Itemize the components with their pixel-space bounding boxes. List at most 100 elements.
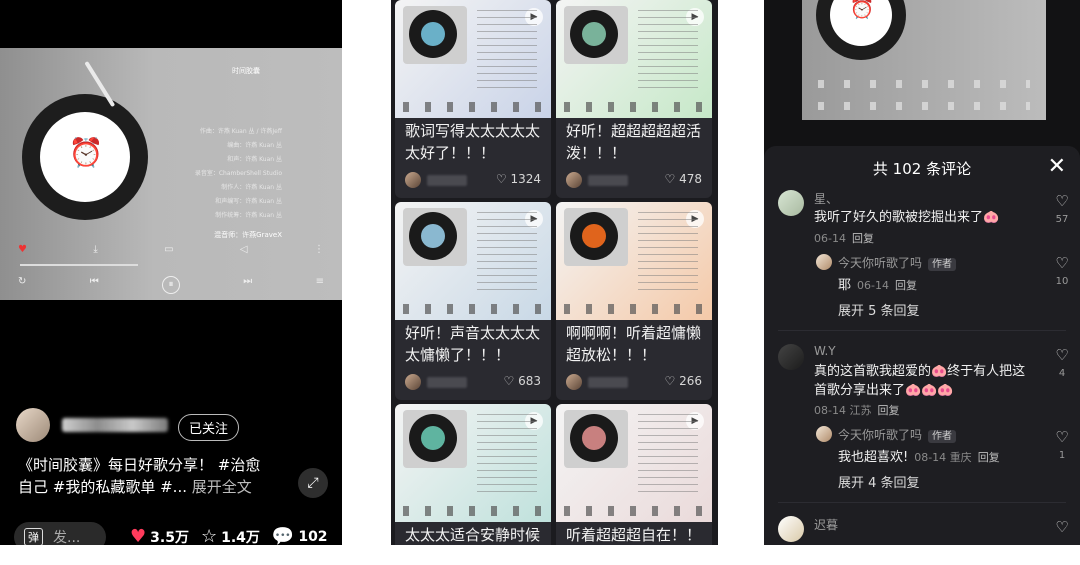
loop-icon[interactable]: ↻ [18,276,26,294]
comment-author[interactable]: 迟暮 [814,516,838,533]
avatar[interactable] [778,516,804,542]
reply-text: 耶 [838,278,852,293]
card-likes[interactable]: ♡ 266 [665,374,703,388]
comment-date: 06-14 [814,232,846,245]
feed-grid-panel: ▶歌词写得太太太太太太好了！！！♡ 1324▶好听！超超超超超活泼！！！♡ 47… [391,0,718,545]
card-likes[interactable]: ♡ 683 [504,374,542,388]
player-preview: ⏰ [802,0,1046,120]
like-count: 57 [1055,214,1069,225]
comment-location: 江苏 [849,404,872,417]
avatar[interactable] [778,344,804,370]
reply-date: 06-14 [857,279,889,292]
card-thumbnail[interactable]: ▶ [395,404,551,522]
avatar[interactable] [778,190,804,216]
follow-button[interactable]: 已关注 [178,414,240,441]
comment-icon[interactable]: 💬 [272,526,294,545]
record-icon [403,208,467,266]
playlist-icon[interactable]: ≡ [316,276,324,294]
comment-author[interactable]: 星、 [814,190,838,207]
comment-date: 08-14 [814,404,846,417]
alarm-clock-icon: ⏰ [68,136,104,169]
prev-icon[interactable]: ⏮ [90,276,99,294]
author-badge: 作者 [928,430,957,443]
feed-card[interactable]: ▶歌词写得太太太太太太好了！！！ ♡ 1324 [395,0,551,198]
like-count: 10 [1055,276,1069,287]
avatar[interactable] [816,426,832,442]
like-count: 3.5万 [150,529,189,546]
like-icon[interactable]: ♡ [1052,346,1072,364]
more-icon[interactable]: ⋮ [314,244,324,255]
reply-author[interactable]: 今天你听歌了吗 [838,256,922,270]
comment-input[interactable]: 发... [53,527,80,545]
feed-card[interactable]: ▶啊啊啊！听着超慵懒超放松！！！ ♡ 266 [556,202,712,400]
heart-outline-icon: ♡ [664,172,676,186]
pause-icon[interactable]: ⏸ [161,276,180,294]
avatar[interactable] [566,172,582,188]
reply-author[interactable]: 今天你听歌了吗 [838,428,922,442]
card-likes[interactable]: ♡ 1324 [496,172,541,186]
card-likes[interactable]: ♡ 478 [665,172,703,186]
feed-card[interactable]: ▶好听！超超超超超活泼！！！ ♡ 478 [556,0,712,198]
heart-icon[interactable]: ♥ [130,526,146,545]
card-thumbnail[interactable]: ▶ [395,202,551,320]
danmu-toggle[interactable]: 弹 [24,528,43,545]
like-icon[interactable]: ♡ [1052,254,1072,272]
record-icon [564,208,628,266]
like-count: 4 [1058,368,1066,379]
progress-bar[interactable] [20,264,138,266]
like-count: 1 [1058,450,1066,461]
alarm-clock-icon: ⏰ [849,0,875,20]
card-title: 啊啊啊！听着超慵懒超放松！！！ [566,324,702,364]
comment-count: 102 [298,528,328,545]
like-small-icon[interactable]: ♥ [18,244,27,255]
record-icon: ⏰ [22,94,148,220]
card-thumbnail[interactable]: ▶ [556,0,712,118]
comment-bar[interactable]: 弹 发... [14,522,106,545]
expand-caption-link[interactable]: 展开全文 [192,478,252,496]
card-title: 好听！声音太太太太太慵懒了！！！ [405,324,541,364]
next-icon[interactable]: ⏭ [243,276,252,294]
feed-card[interactable]: ▶ 听着超超超自在！！ [556,404,712,545]
username-blurred [62,418,168,432]
like-icon[interactable]: ♡ [1052,192,1072,210]
reply-location: 重庆 [949,451,972,464]
heart-outline-icon: ♡ [503,374,515,388]
card-thumbnail[interactable]: ▶ [556,202,712,320]
expand-replies-link[interactable]: 展开 5 条回复 [838,300,920,319]
download-icon[interactable]: ⤓ [93,244,97,255]
close-icon[interactable]: ✕ [1048,154,1066,179]
record-icon [564,410,628,468]
comments-header: 共 102 条评论 [872,160,972,178]
feed-card[interactable]: ▶好听！声音太太太太太慵懒了！！！ ♡ 683 [395,202,551,400]
star-icon[interactable]: ☆ [201,526,217,545]
volume-icon[interactable]: ◁ [240,244,248,255]
avatar[interactable] [405,172,421,188]
video-icon[interactable]: ▭ [164,244,173,255]
avatar[interactable] [16,408,50,442]
avatar[interactable] [405,374,421,390]
reply-date: 08-14 [914,451,947,464]
reply-link[interactable]: 回复 [852,232,874,245]
avatar[interactable] [816,254,832,270]
favorite-count: 1.4万 [221,529,260,546]
like-icon[interactable]: ♡ [1052,518,1072,536]
lyric-highlight: 混音师：许燕GraveX [214,231,282,239]
reply-link[interactable]: 回复 [877,404,899,417]
feed-card[interactable]: ▶ 太太太适合安静时候 [395,404,551,545]
reply-link[interactable]: 回复 [978,451,1000,464]
fullscreen-icon[interactable]: ⤢ [298,468,328,498]
avatar[interactable] [566,374,582,390]
username-blurred [588,175,628,186]
card-title: 太太太适合安静时候 [405,526,541,544]
username-blurred [427,175,467,186]
card-thumbnail[interactable]: ▶ [395,0,551,118]
comments-sheet: 共 102 条评论 ✕ 星、 我听了好久的歌被挖掘出来了🐽 06-14 回复 ♡ … [764,146,1080,545]
like-icon[interactable]: ♡ [1052,428,1072,446]
reply-link[interactable]: 回复 [895,279,917,292]
expand-replies-link[interactable]: 展开 4 条回复 [838,472,920,491]
card-thumbnail[interactable]: ▶ [556,404,712,522]
card-title: 听着超超超自在！！ [566,526,702,544]
comment-author[interactable]: W.Y [814,344,836,358]
caption-line-2: 自己 #我的私藏歌单 #... [18,478,187,496]
song-title: 时间胶囊 [232,67,260,75]
